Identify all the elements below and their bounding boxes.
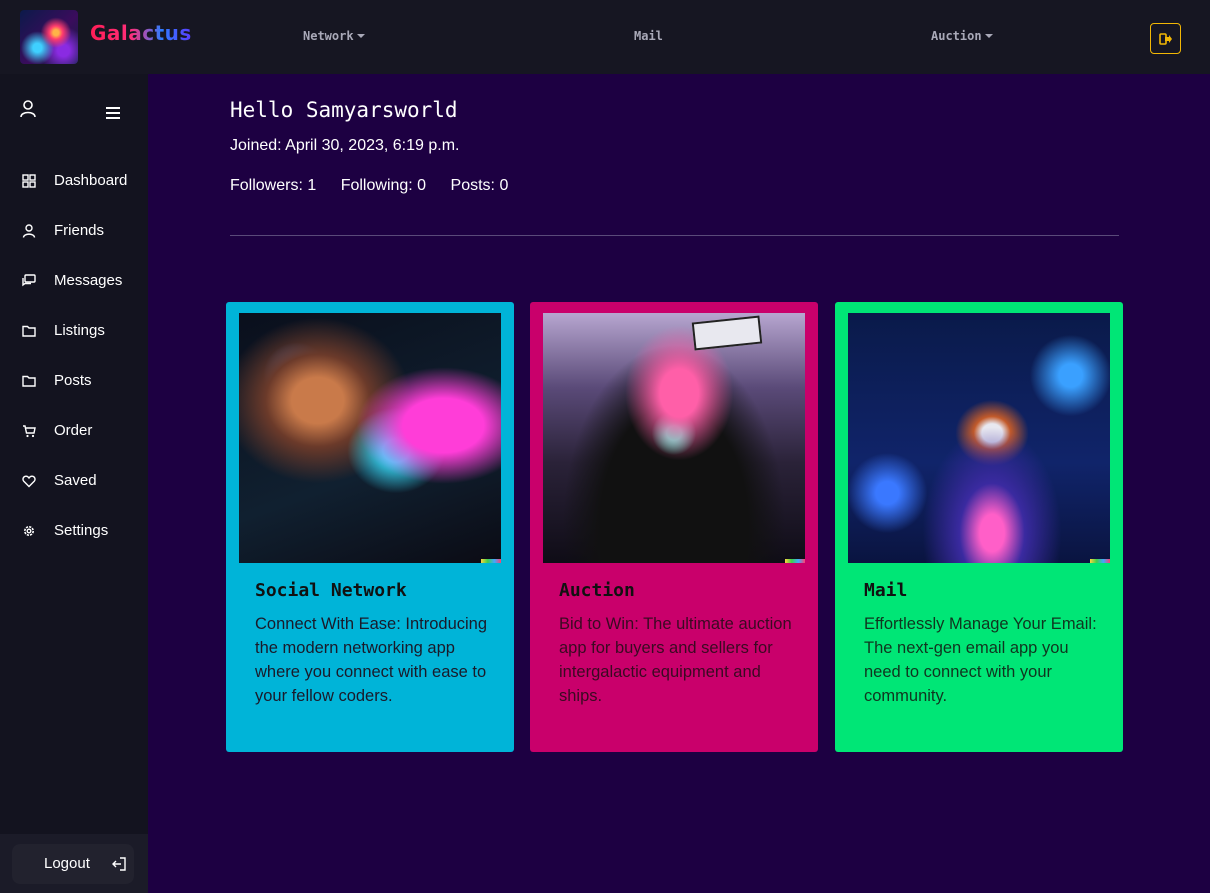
nav-mail-link[interactable]: Mail [634, 29, 663, 43]
card-auction[interactable]: Auction Bid to Win: The ultimate auction… [530, 302, 818, 752]
sidebar-item-label: Friends [54, 222, 105, 239]
user-icon [22, 224, 36, 238]
sidebar-item-label: Saved [54, 472, 97, 489]
sidebar-item-dashboard[interactable]: Dashboard [0, 163, 148, 199]
logout-icon [112, 857, 126, 871]
profile-stats: Followers: 1 Following: 0 Posts: 0 [230, 177, 528, 195]
sidebar-item-label: Order [54, 422, 93, 439]
following-count[interactable]: Following: 0 [341, 177, 426, 194]
chat-icon [22, 274, 36, 287]
card-social-network[interactable]: Social Network Connect With Ease: Introd… [226, 302, 514, 752]
joined-date: Joined: April 30, 2023, 6:19 p.m. [230, 137, 460, 154]
posts-count[interactable]: Posts: 0 [451, 177, 509, 194]
sidebar-item-settings[interactable]: Settings [0, 513, 148, 549]
card-mail[interactable]: Mail Effortlessly Manage Your Email: The… [835, 302, 1123, 752]
sidebar-item-order[interactable]: Order [0, 413, 148, 449]
top-navbar: Galactus Network Mail Auction [0, 0, 1210, 74]
profile-user-icon[interactable] [20, 100, 36, 122]
sidebar-item-posts[interactable]: Posts [0, 363, 148, 399]
chevron-down-icon [356, 34, 365, 38]
sidebar-item-label: Dashboard [54, 172, 128, 189]
sidebar: Dashboard Friends Messages Listings Post… [0, 74, 148, 893]
sign-out-icon [1159, 33, 1172, 45]
card-description: Connect With Ease: Introducing the moder… [255, 615, 488, 705]
sidebar-item-listings[interactable]: Listings [0, 313, 148, 349]
card-title: Social Network [255, 580, 407, 601]
logout-label: Logout [44, 855, 90, 872]
brand-logo[interactable] [20, 10, 78, 64]
cart-icon [23, 425, 36, 438]
card-title: Mail [864, 580, 908, 601]
grid-icon [22, 174, 36, 188]
sidebar-item-friends[interactable]: Friends [0, 213, 148, 249]
sidebar-item-label: Listings [54, 322, 105, 339]
folder-icon [22, 375, 36, 387]
divider [230, 235, 1119, 236]
nav-network-label: Network [303, 29, 354, 43]
sidebar-footer: Logout [0, 834, 148, 893]
gear-icon [24, 526, 34, 536]
folder-icon [22, 325, 36, 337]
nav-auction-dropdown[interactable]: Auction [931, 29, 993, 43]
nav-network-dropdown[interactable]: Network [303, 29, 365, 43]
sidebar-item-label: Messages [54, 272, 123, 289]
brand-name[interactable]: Galactus [90, 21, 192, 45]
auction-image [543, 313, 805, 563]
logout-button[interactable]: Logout [12, 844, 134, 884]
greeting-heading: Hello Samyarsworld [230, 98, 458, 122]
sidebar-item-label: Settings [54, 522, 109, 539]
menu-toggle-icon[interactable] [106, 104, 120, 123]
nav-auction-label: Auction [931, 29, 982, 43]
card-title: Auction [559, 580, 635, 601]
sidebar-item-messages[interactable]: Messages [0, 263, 148, 299]
nav-mail-label: Mail [634, 29, 663, 43]
sidebar-item-label: Posts [54, 372, 92, 389]
heart-icon [22, 475, 36, 488]
social-network-image [239, 313, 501, 563]
sidebar-item-saved[interactable]: Saved [0, 463, 148, 499]
card-description: Effortlessly Manage Your Email: The next… [864, 615, 1097, 705]
card-description: Bid to Win: The ultimate auction app for… [559, 615, 792, 705]
chevron-down-icon [984, 34, 993, 38]
mail-image [848, 313, 1110, 563]
sign-out-button[interactable] [1150, 23, 1181, 54]
followers-count[interactable]: Followers: 1 [230, 177, 316, 194]
